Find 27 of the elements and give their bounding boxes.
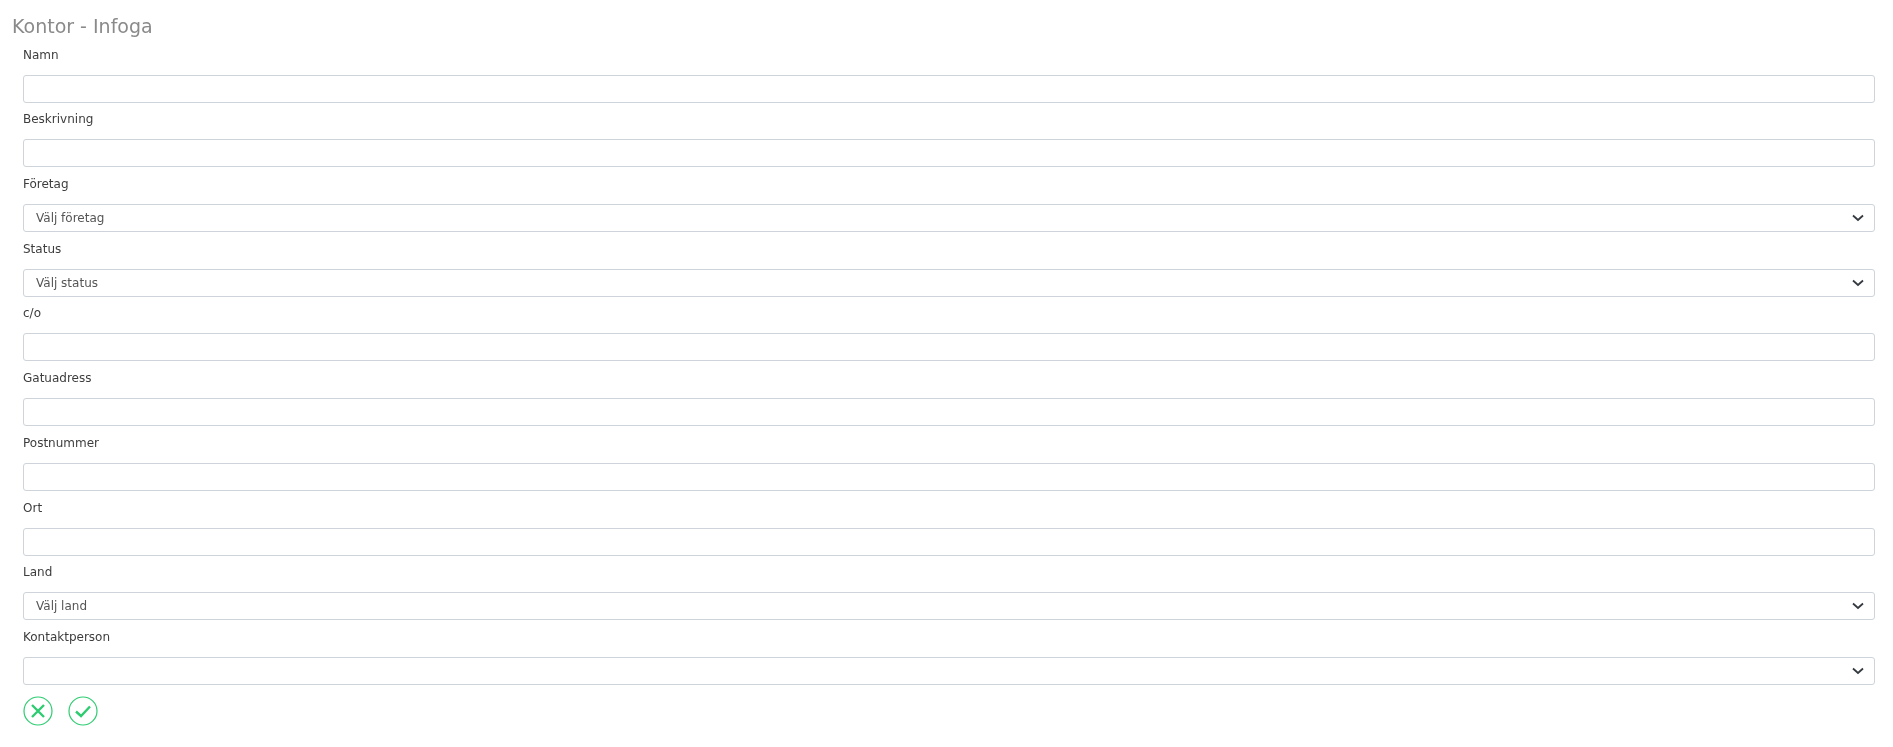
page-title: Kontor - Infoga <box>12 14 154 38</box>
dropdown-field[interactable]: Välj företag <box>23 204 1875 233</box>
field-label: Gatuadress <box>23 370 93 387</box>
input-field[interactable] <box>23 398 1875 427</box>
chevron-down-icon <box>1852 214 1864 223</box>
input-field[interactable] <box>23 462 1875 491</box>
input-field[interactable] <box>23 527 1875 556</box>
chevron-down-icon <box>1852 602 1864 611</box>
field-label: Status <box>23 240 63 257</box>
field-label: Beskrivning <box>23 111 95 128</box>
field-label: Företag <box>23 176 70 193</box>
dropdown-field[interactable]: Välj status <box>23 268 1875 297</box>
input-field[interactable] <box>23 139 1875 168</box>
dropdown-field[interactable]: Välj land <box>23 592 1875 621</box>
cancel-button[interactable] <box>23 695 53 726</box>
confirm-button[interactable] <box>68 695 98 726</box>
chevron-down-icon <box>1852 666 1864 675</box>
field-label: Land <box>23 564 54 581</box>
field-label: Ort <box>23 499 44 516</box>
field-label: Kontaktperson <box>23 628 112 645</box>
input-field[interactable] <box>23 74 1875 103</box>
field-label: Postnummer <box>23 434 100 451</box>
field-label: c/o <box>23 305 42 322</box>
dropdown-field[interactable] <box>23 656 1875 685</box>
chevron-down-icon <box>1852 278 1864 287</box>
field-label: Namn <box>23 46 60 63</box>
input-field[interactable] <box>23 333 1875 362</box>
